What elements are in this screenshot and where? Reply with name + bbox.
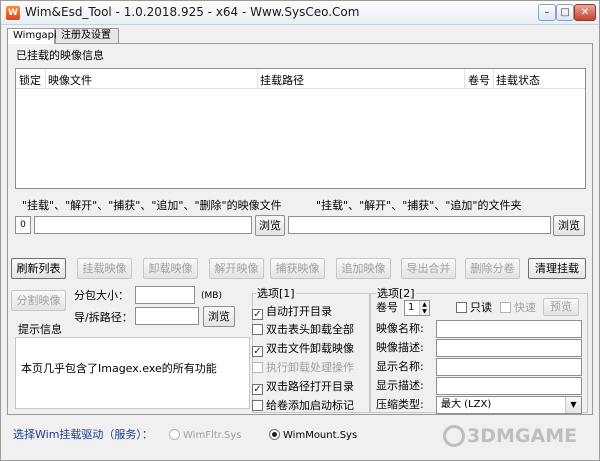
- option-dblclick-path-open[interactable]: ✓ 双击路径打开目录: [252, 380, 354, 395]
- column-mount-path[interactable]: 挂载路径: [260, 72, 304, 88]
- option-readonly[interactable]: 只读: [456, 301, 492, 314]
- driver-label: 选择Wim挂载驱动（服务）：: [13, 428, 153, 441]
- info-text: 本页几乎包含了Imagex.exe的所有功能: [21, 362, 217, 375]
- chevron-down-icon[interactable]: ▼: [565, 397, 581, 413]
- volume-spinner[interactable]: 1 ▲ ▼: [404, 300, 430, 316]
- image-file-input[interactable]: [34, 216, 252, 234]
- column-divider: [45, 69, 46, 89]
- column-lock[interactable]: 锁定: [19, 72, 41, 88]
- browse-image-button[interactable]: 浏览: [255, 215, 285, 236]
- display-desc-label: 显示描述:: [376, 379, 424, 392]
- delete-split-button[interactable]: 删除分卷: [465, 258, 520, 279]
- column-image-file[interactable]: 映像文件: [48, 72, 92, 88]
- display-name-input[interactable]: [436, 358, 582, 376]
- display-desc-input[interactable]: [436, 377, 582, 395]
- column-volume[interactable]: 卷号: [468, 72, 490, 88]
- option-unmount-processing[interactable]: 执行卸载处理操作: [252, 361, 354, 374]
- compression-select[interactable]: 最大 (LZX) ▼: [436, 396, 582, 414]
- driver-wimmount-radio[interactable]: WimMount.Sys: [269, 429, 357, 442]
- option-fast[interactable]: 快速: [500, 301, 536, 314]
- folder-input[interactable]: [288, 216, 551, 234]
- mounted-images-list[interactable]: 锁定 映像文件 挂载路径 卷号 挂载状态: [15, 68, 586, 189]
- compression-value: 最大 (LZX): [441, 399, 492, 410]
- option-dblclick-file-unmount[interactable]: ✓ 双击文件卸载映像: [252, 342, 354, 357]
- image-desc-input[interactable]: [436, 339, 582, 357]
- extract-image-button[interactable]: 解开映像: [209, 258, 264, 279]
- volume-label: 卷号: [376, 301, 398, 314]
- column-divider: [464, 69, 465, 89]
- tab-wimgapi[interactable]: Wimgapi: [7, 28, 57, 44]
- package-size-label: 分包大小：: [74, 289, 129, 302]
- preview-button[interactable]: 预览: [543, 298, 579, 316]
- capture-image-button[interactable]: 捕获映像: [270, 258, 325, 279]
- radio-icon: [169, 429, 180, 440]
- volume-value: 1: [408, 302, 415, 313]
- maximize-button[interactable]: □: [556, 4, 574, 21]
- options2-title: 选项[2]: [376, 287, 416, 301]
- column-divider: [493, 69, 494, 89]
- image-desc-label: 映像描述:: [376, 341, 424, 354]
- tab-panel: 已挂载的映像信息 锁定 映像文件 挂载路径 卷号 挂载状态 "挂载"、"解开"、…: [7, 43, 593, 415]
- cleanup-mount-button[interactable]: 清理挂载: [528, 258, 586, 279]
- option-auto-open-dir[interactable]: ✓ 自动打开目录: [252, 305, 332, 320]
- image-name-input[interactable]: [436, 320, 582, 338]
- checkbox-checked-icon: ✓: [252, 384, 263, 395]
- export-merge-button[interactable]: 导出合并: [401, 258, 456, 279]
- refresh-list-button[interactable]: 刷新列表: [11, 258, 66, 279]
- image-name-label: 映像名称:: [376, 322, 424, 335]
- option-add-boot-flag[interactable]: 给卷添加启动标记: [252, 399, 354, 412]
- folder-label: "挂载"、"解开"、"捕获"、"追加"的文件夹: [316, 199, 522, 212]
- browse-folder-button[interactable]: 浏览: [553, 215, 585, 236]
- option-dblclick-header-unmount[interactable]: 双击表头卸载全部: [252, 323, 354, 336]
- title-bar[interactable]: W Wim&Esd_Tool - 1.0.2018.925 - x64 - Ww…: [1, 1, 599, 25]
- checkbox-icon: [500, 302, 511, 313]
- options1-title: 选项[1]: [256, 287, 296, 301]
- info-box: 本页几乎包含了Imagex.exe的所有功能: [15, 337, 250, 409]
- close-button[interactable]: ✕: [574, 4, 596, 21]
- display-name-label: 显示名称:: [376, 360, 424, 373]
- image-file-label: "挂载"、"解开"、"捕获"、"追加"、"删除"的映像文件: [22, 199, 282, 212]
- split-image-button[interactable]: 分割映像: [11, 290, 66, 311]
- mount-image-button[interactable]: 挂载映像: [77, 258, 132, 279]
- column-divider: [257, 69, 258, 89]
- checkbox-icon: [252, 362, 263, 373]
- radio-selected-icon: [269, 429, 280, 440]
- split-path-label: 导/拆路径：: [74, 311, 133, 324]
- watermark-logo-icon: [443, 425, 465, 447]
- app-icon: W: [6, 6, 20, 20]
- compression-label: 压缩类型:: [376, 398, 424, 411]
- window-title: Wim&Esd_Tool - 1.0.2018.925 - x64 - Www.…: [25, 5, 360, 19]
- checkbox-checked-icon: ✓: [252, 309, 263, 320]
- mounted-images-label: 已挂载的映像信息: [16, 49, 104, 62]
- checkbox-checked-icon: ✓: [252, 346, 263, 357]
- split-path-input[interactable]: [135, 307, 199, 325]
- index-field[interactable]: 0: [15, 216, 31, 234]
- info-label: 提示信息: [18, 323, 62, 336]
- checkbox-icon: [252, 324, 263, 335]
- column-mount-status[interactable]: 挂载状态: [496, 72, 540, 88]
- checkbox-icon: [456, 302, 467, 313]
- size-unit-label: (MB): [201, 291, 222, 301]
- browse-split-button[interactable]: 浏览: [203, 306, 235, 327]
- watermark-text: 3DMGAME: [467, 425, 578, 447]
- package-size-input[interactable]: [135, 286, 195, 304]
- driver-wimfltr-radio[interactable]: WimFltr.Sys: [169, 429, 242, 442]
- spinner-arrows-icon[interactable]: ▲ ▼: [419, 301, 429, 315]
- app-window: W Wim&Esd_Tool - 1.0.2018.925 - x64 - Ww…: [0, 0, 600, 461]
- checkbox-icon: [252, 400, 263, 411]
- append-image-button[interactable]: 追加映像: [336, 258, 391, 279]
- unmount-image-button[interactable]: 卸载映像: [143, 258, 198, 279]
- minimize-button[interactable]: –: [538, 4, 556, 21]
- list-header[interactable]: 锁定 映像文件 挂载路径 卷号 挂载状态: [16, 69, 585, 89]
- tab-register-settings[interactable]: 注册及设置: [55, 28, 119, 43]
